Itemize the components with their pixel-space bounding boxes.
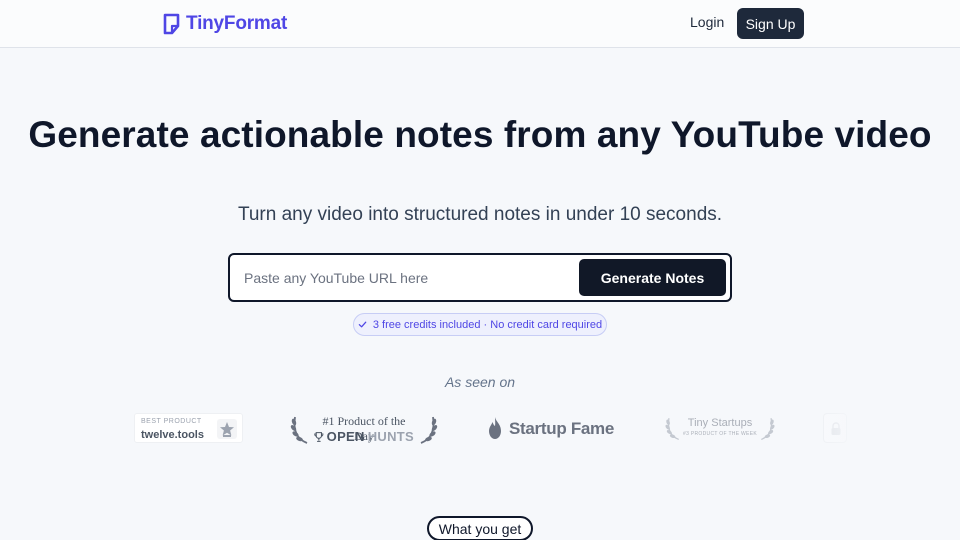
url-form: Generate Notes <box>228 253 732 302</box>
laurel-icon <box>665 418 679 441</box>
badge-name-part2: HUNTS <box>367 429 414 444</box>
signup-button[interactable]: Sign Up <box>737 8 804 39</box>
as-seen-on-label: As seen on <box>444 374 516 390</box>
laurel-icon <box>761 418 775 441</box>
what-you-get-pill: What you get <box>427 516 533 540</box>
twelve-tools-badge[interactable]: BEST PRODUCT twelve.tools <box>134 413 243 443</box>
badge-name: Tiny Startups <box>687 417 753 429</box>
lock-icon <box>831 422 841 435</box>
brand-logo-link[interactable]: TinyFormat <box>163 11 287 37</box>
badge-name: OPEN HUNTS <box>314 429 414 444</box>
hero-subtitle: Turn any video into structured notes in … <box>237 204 723 225</box>
site-header: TinyFormat Login Sign Up <box>0 0 960 48</box>
laurel-icon <box>290 416 308 444</box>
badge-name: Startup Fame <box>509 419 615 438</box>
tiny-startups-badge[interactable]: Tiny Startups #3 PRODUCT OF THE WEEK <box>664 410 776 446</box>
faded-partner-badge[interactable] <box>823 413 847 443</box>
badge-name-part1: OPEN <box>326 429 365 444</box>
free-credits-badge: 3 free credits included · No credit card… <box>353 313 607 336</box>
badge-sub-text: #3 PRODUCT OF THE WEEK <box>683 431 757 437</box>
logos-fade-overlay <box>780 405 860 450</box>
login-link[interactable]: Login <box>690 14 724 30</box>
badge-name: twelve.tools <box>141 429 204 441</box>
credits-text: 3 free credits included · No credit card… <box>372 318 603 331</box>
laurel-icon <box>420 416 438 444</box>
document-logo-icon <box>163 13 180 35</box>
openhunts-badge[interactable]: #1 Product of the Day OPEN HUNTS <box>289 411 439 447</box>
check-icon <box>358 321 367 328</box>
badge-top-text: BEST PRODUCT <box>141 418 202 425</box>
star-icon <box>217 419 237 439</box>
startup-fame-badge[interactable]: Startup Fame <box>486 416 620 442</box>
brand-name: TinyFormat <box>186 13 288 34</box>
generate-notes-button[interactable]: Generate Notes <box>579 259 726 296</box>
hero-title: Generate actionable notes from any YouTu… <box>28 114 932 155</box>
trophy-icon <box>314 431 324 442</box>
youtube-url-input[interactable] <box>244 255 574 300</box>
flame-icon <box>489 417 501 439</box>
